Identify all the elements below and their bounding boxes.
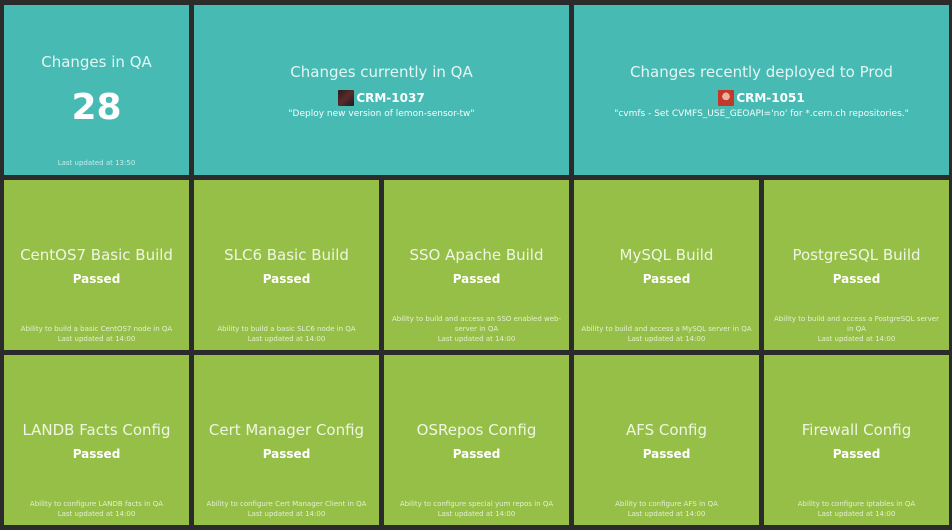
last-updated: Last updated at 14:00 xyxy=(627,510,706,518)
crm-description: "Deploy new version of lemon-sensor-tw" xyxy=(288,109,475,119)
last-updated: Last updated at 14:00 xyxy=(627,335,706,343)
tile-description: Ability to configure special yum repos i… xyxy=(399,500,554,508)
tile-title: SLC6 Basic Build xyxy=(224,246,349,264)
tile-footer: Ability to build and access a MySQL serv… xyxy=(580,324,753,344)
qa-count-tile[interactable]: Changes in QA 28 Last updated at 13:50 xyxy=(4,5,189,175)
tile-title: Cert Manager Config xyxy=(208,421,365,439)
tile-description: Ability to configure iptables in QA xyxy=(797,500,916,508)
status-text: Passed xyxy=(72,272,121,286)
status-text: Passed xyxy=(832,272,881,286)
tile-footer: Ability to build and access an SSO enabl… xyxy=(390,314,563,344)
crm-description: "cvmfs - Set CVMFS_USE_GEOAPI='no' for *… xyxy=(614,109,909,119)
last-updated: Last updated at 14:00 xyxy=(57,335,136,343)
qa-count-value: 28 xyxy=(71,87,122,128)
config-tile-cert-manager[interactable]: Cert Manager Config Passed Ability to co… xyxy=(194,355,379,525)
tile-footer: Ability to configure Cert Manager Client… xyxy=(200,499,373,519)
build-tile-centos7[interactable]: CentOS7 Basic Build Passed Ability to bu… xyxy=(4,180,189,350)
tile-description: Ability to configure Cert Manager Client… xyxy=(206,500,367,508)
tile-description: Ability to build a basic CentOS7 node in… xyxy=(20,325,173,333)
last-updated: Last updated at 14:00 xyxy=(247,335,326,343)
crm-ticket-id: CRM-1037 xyxy=(356,91,425,105)
tile-description: Ability to build a basic SLC6 node in QA xyxy=(217,325,356,333)
tile-description: Ability to configure LANDB facts in QA xyxy=(29,500,164,508)
tile-title: Changes in QA xyxy=(41,53,152,71)
tile-title: CentOS7 Basic Build xyxy=(20,246,173,264)
build-tile-postgresql[interactable]: PostgreSQL Build Passed Ability to build… xyxy=(764,180,949,350)
tile-title: MySQL Build xyxy=(619,246,714,264)
tile-footer: Ability to configure iptables in QA Last… xyxy=(770,499,943,519)
last-updated: Last updated at 14:00 xyxy=(437,335,516,343)
tile-title: Firewall Config xyxy=(801,421,912,439)
tile-footer: Ability to build and access a PostgreSQL… xyxy=(770,314,943,344)
last-updated: Last updated at 13:50 xyxy=(57,159,136,167)
build-tile-sso-apache[interactable]: SSO Apache Build Passed Ability to build… xyxy=(384,180,569,350)
tile-footer: Ability to configure LANDB facts in QA L… xyxy=(10,499,183,519)
status-text: Passed xyxy=(452,447,501,461)
last-updated: Last updated at 14:00 xyxy=(437,510,516,518)
tile-description: Ability to build and access an SSO enabl… xyxy=(391,315,562,333)
status-text: Passed xyxy=(642,272,691,286)
crm-ticket[interactable]: CRM-1037 xyxy=(194,90,569,106)
tile-title: OSRepos Config xyxy=(416,421,537,439)
tile-title: LANDB Facts Config xyxy=(22,421,171,439)
status-text: Passed xyxy=(642,447,691,461)
user-avatar-icon xyxy=(338,90,355,106)
last-updated: Last updated at 14:00 xyxy=(817,510,896,518)
tile-footer: Ability to build a basic CentOS7 node in… xyxy=(10,324,183,344)
build-tile-mysql[interactable]: MySQL Build Passed Ability to build and … xyxy=(574,180,759,350)
qa-current-tile[interactable]: Changes currently in QA CRM-1037 "Deploy… xyxy=(194,5,569,175)
tile-title: SSO Apache Build xyxy=(409,246,544,264)
build-tile-slc6[interactable]: SLC6 Basic Build Passed Ability to build… xyxy=(194,180,379,350)
config-tile-osrepos[interactable]: OSRepos Config Passed Ability to configu… xyxy=(384,355,569,525)
status-text: Passed xyxy=(72,447,121,461)
tile-footer: Ability to configure special yum repos i… xyxy=(390,499,563,519)
tile-description: Ability to build and access a MySQL serv… xyxy=(581,325,752,333)
tile-description: Ability to build and access a PostgreSQL… xyxy=(774,315,939,333)
crm-ticket[interactable]: CRM-1051 xyxy=(574,90,949,106)
crm-ticket-id: CRM-1051 xyxy=(736,91,805,105)
status-text: Passed xyxy=(452,272,501,286)
config-tile-afs[interactable]: AFS Config Passed Ability to configure A… xyxy=(574,355,759,525)
last-updated: Last updated at 14:00 xyxy=(247,510,326,518)
status-text: Passed xyxy=(832,447,881,461)
tile-description: Ability to configure AFS in QA xyxy=(615,500,718,508)
last-updated: Last updated at 14:00 xyxy=(817,335,896,343)
tile-title: Changes currently in QA xyxy=(290,63,473,81)
status-text: Passed xyxy=(262,272,311,286)
tile-title: Changes recently deployed to Prod xyxy=(630,63,893,81)
prod-recent-tile[interactable]: Changes recently deployed to Prod CRM-10… xyxy=(574,5,949,175)
tile-title: AFS Config xyxy=(625,421,708,439)
status-text: Passed xyxy=(262,447,311,461)
config-tile-firewall[interactable]: Firewall Config Passed Ability to config… xyxy=(764,355,949,525)
tile-footer: Ability to build a basic SLC6 node in QA… xyxy=(200,324,373,344)
last-updated: Last updated at 14:00 xyxy=(57,510,136,518)
user-avatar-icon xyxy=(718,90,735,106)
tile-title: PostgreSQL Build xyxy=(792,246,921,264)
tile-footer: Ability to configure AFS in QA Last upda… xyxy=(580,499,753,519)
config-tile-landb-facts[interactable]: LANDB Facts Config Passed Ability to con… xyxy=(4,355,189,525)
